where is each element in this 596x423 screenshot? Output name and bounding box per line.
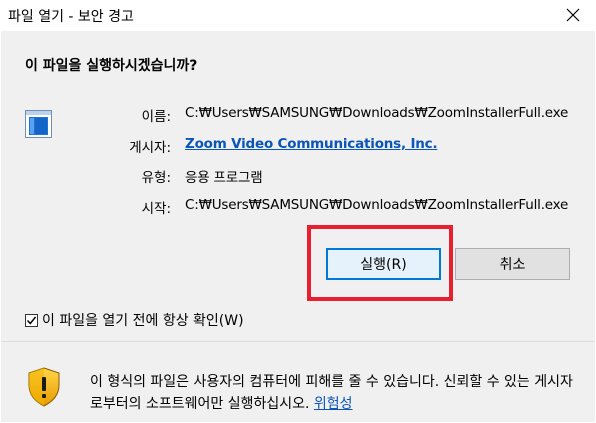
type-value: 응용 프로그램 (185, 170, 263, 186)
always-ask-checkbox[interactable]: 이 파일을 열기 전에 항상 확인(W) (25, 310, 244, 330)
publisher-label: 게시자: (129, 140, 171, 156)
dialog-body: 이 파일을 실행하시겠습니까? 이름: C:₩Users₩SAMSUNG₩Dow… (1, 31, 595, 422)
divider (1, 341, 595, 342)
cancel-button[interactable]: 취소 (455, 248, 570, 280)
name-value: C:₩Users₩SAMSUNG₩Downloads₩ZoomInstaller… (185, 105, 569, 121)
shield-warning-icon (28, 367, 60, 407)
warning-message: 이 형식의 파일은 사용자의 컴퓨터에 피해를 줄 수 있습니다. 신뢰할 수 … (90, 371, 580, 415)
risk-link[interactable]: 위험성 (314, 396, 353, 412)
from-value: C:₩Users₩SAMSUNG₩Downloads₩ZoomInstaller… (185, 197, 569, 213)
from-label: 시작: (141, 201, 171, 217)
dialog-question: 이 파일을 실행하시겠습니까? (25, 58, 198, 74)
highlight-annotation-box (307, 225, 453, 301)
type-label: 유형: (141, 170, 171, 186)
checkmark-icon (26, 316, 37, 325)
close-button[interactable] (550, 0, 596, 30)
publisher-link[interactable]: Zoom Video Communications, Inc. (185, 136, 438, 152)
window-title: 파일 열기 - 보안 경고 (8, 9, 134, 25)
name-label: 이름: (141, 109, 171, 125)
title-bar: 파일 열기 - 보안 경고 (0, 0, 596, 30)
close-icon (566, 8, 580, 22)
checkbox-box[interactable] (25, 313, 38, 327)
checkbox-label: 이 파일을 열기 전에 항상 확인(W) (42, 313, 244, 329)
